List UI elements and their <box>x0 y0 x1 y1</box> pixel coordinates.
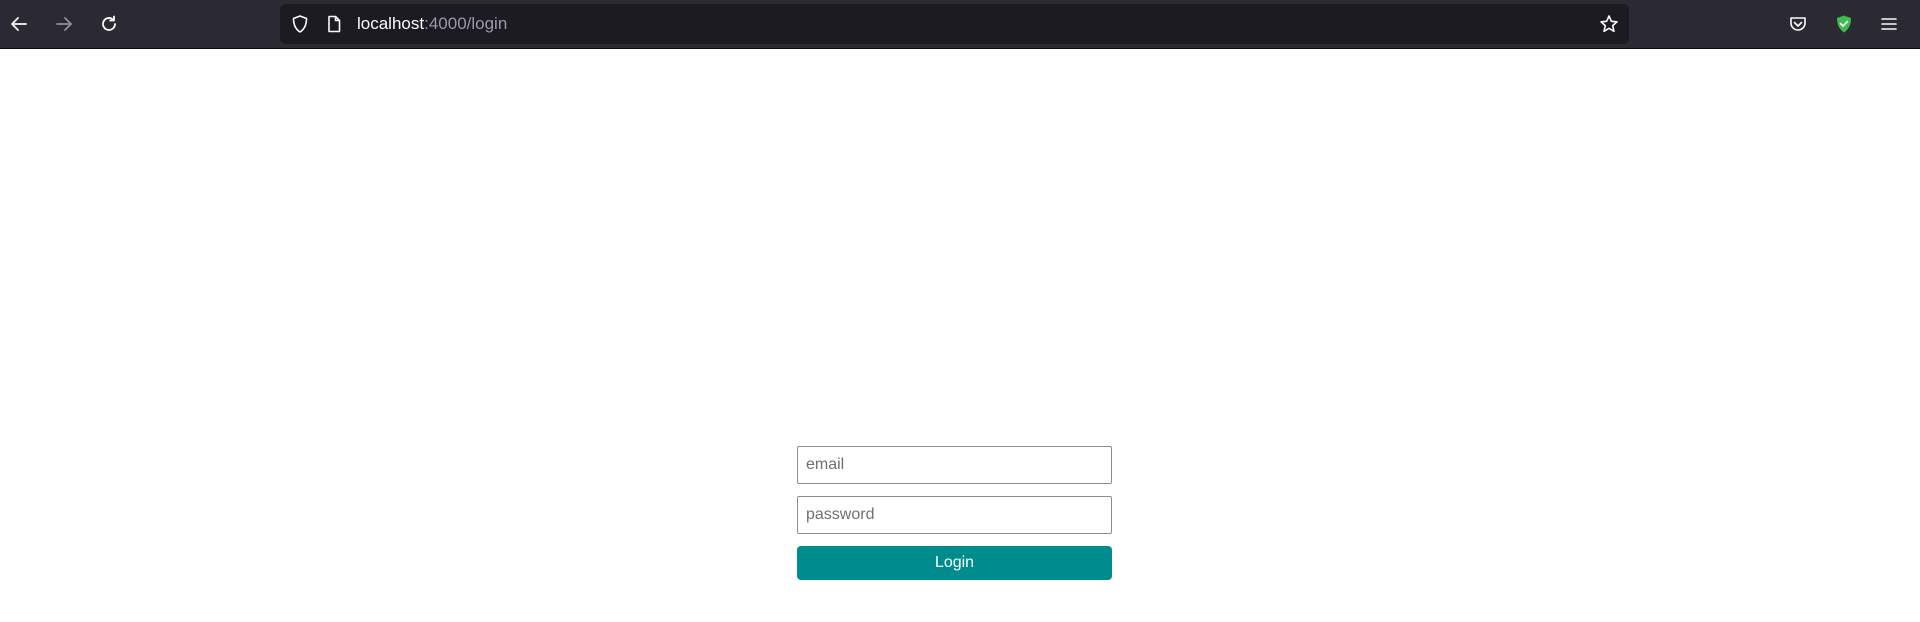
address-bar[interactable]: localhost:4000/login <box>280 4 1629 44</box>
forward-button[interactable] <box>48 8 80 40</box>
hamburger-menu-icon <box>1881 18 1897 30</box>
reload-button[interactable] <box>93 8 125 40</box>
url-host: localhost <box>357 14 425 33</box>
email-field[interactable] <box>797 446 1112 484</box>
login-button[interactable]: Login <box>797 546 1112 580</box>
pocket-button[interactable] <box>1782 8 1814 40</box>
forward-arrow-icon <box>56 17 72 31</box>
password-field[interactable] <box>797 496 1112 534</box>
url-text[interactable]: localhost:4000/login <box>357 14 507 34</box>
pocket-icon <box>1790 17 1806 31</box>
reload-icon <box>102 15 116 31</box>
login-form: Login <box>797 446 1112 580</box>
extension-shield-icon <box>1837 15 1851 33</box>
star-icon[interactable] <box>1599 14 1619 34</box>
shield-icon[interactable] <box>290 14 310 34</box>
extension-button[interactable] <box>1828 8 1860 40</box>
browser-toolbar: localhost:4000/login <box>0 0 1920 49</box>
back-button[interactable] <box>3 8 35 40</box>
url-path: :4000/login <box>424 14 508 33</box>
back-arrow-icon <box>11 17 27 31</box>
menu-button[interactable] <box>1873 8 1905 40</box>
page-icon[interactable] <box>324 14 344 34</box>
